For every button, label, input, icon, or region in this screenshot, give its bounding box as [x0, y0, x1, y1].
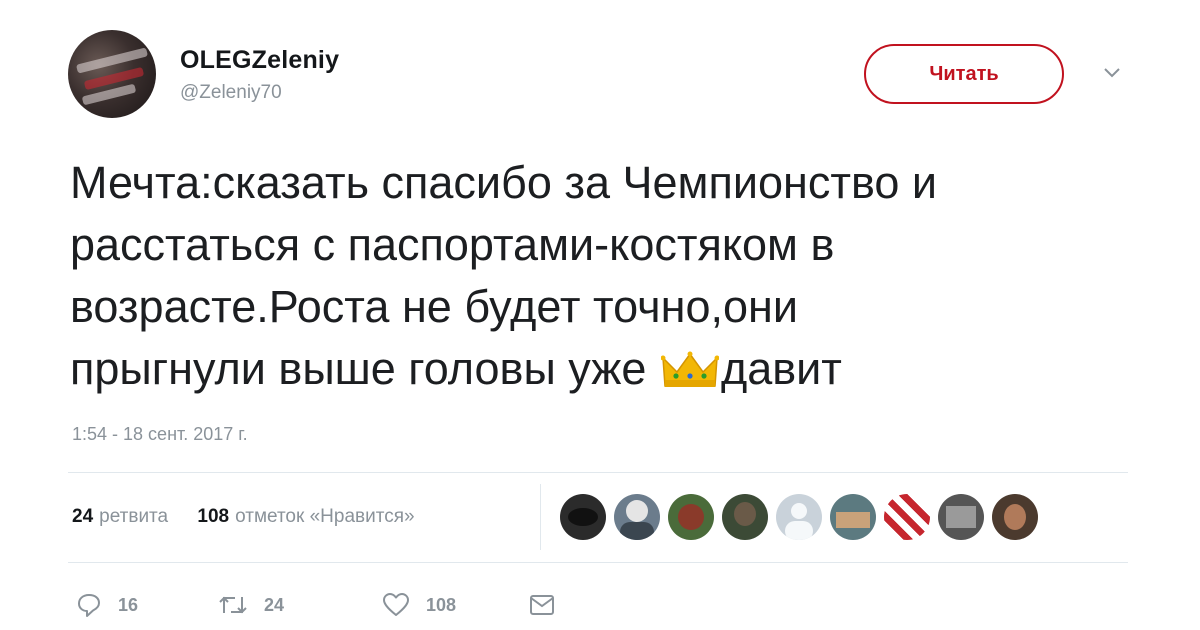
avatar-decoration	[83, 66, 145, 91]
liker-avatar[interactable]	[992, 494, 1038, 540]
reply-count: 16	[118, 594, 139, 615]
user-avatar[interactable]	[68, 30, 156, 118]
reply-icon	[78, 594, 100, 617]
envelope-icon	[530, 595, 554, 615]
divider	[68, 472, 1128, 473]
heart-icon	[383, 593, 409, 616]
user-handle[interactable]: @Zeleniy70	[180, 82, 282, 104]
retweets-count[interactable]: 24	[72, 506, 93, 527]
liker-avatar[interactable]	[884, 494, 930, 540]
liker-avatar[interactable]	[938, 494, 984, 540]
liker-avatar[interactable]	[776, 494, 822, 540]
likes-count[interactable]: 108	[197, 506, 229, 527]
retweet-button[interactable]: 24	[218, 592, 382, 618]
divider	[68, 562, 1128, 563]
liker-avatar[interactable]	[830, 494, 876, 540]
reply-button[interactable]: 16	[76, 592, 218, 618]
tweet-text: Мечта:сказать спасибо за Чемпионство и р…	[70, 152, 1150, 400]
tweet-actions: 16 24 108	[76, 592, 572, 618]
tweet-stats: 24 ретвита 108 отметок «Нравится»	[72, 506, 421, 528]
user-display-name[interactable]: OLEGZeleniy	[180, 46, 339, 75]
tweet-body-end: давит	[720, 343, 842, 394]
liker-avatar[interactable]	[668, 494, 714, 540]
retweets-label[interactable]: ретвита	[99, 506, 168, 527]
follow-button[interactable]: Читать	[864, 44, 1064, 104]
likes-label[interactable]: отметок «Нравится»	[235, 506, 414, 527]
liker-avatar[interactable]	[560, 494, 606, 540]
tweet-timestamp[interactable]: 1:54 - 18 сент. 2017 г.	[72, 424, 248, 445]
retweet-icon	[219, 596, 247, 614]
liker-avatar[interactable]	[614, 494, 660, 540]
like-button[interactable]: 108	[382, 592, 528, 618]
crown-emoji-icon	[660, 351, 719, 387]
retweet-count: 24	[264, 594, 285, 615]
liker-avatar[interactable]	[722, 494, 768, 540]
direct-message-button[interactable]	[528, 593, 572, 617]
stats-divider	[540, 484, 541, 550]
chevron-down-icon[interactable]	[1102, 62, 1122, 82]
like-count: 108	[426, 594, 457, 615]
likers-avatars	[560, 494, 1038, 540]
